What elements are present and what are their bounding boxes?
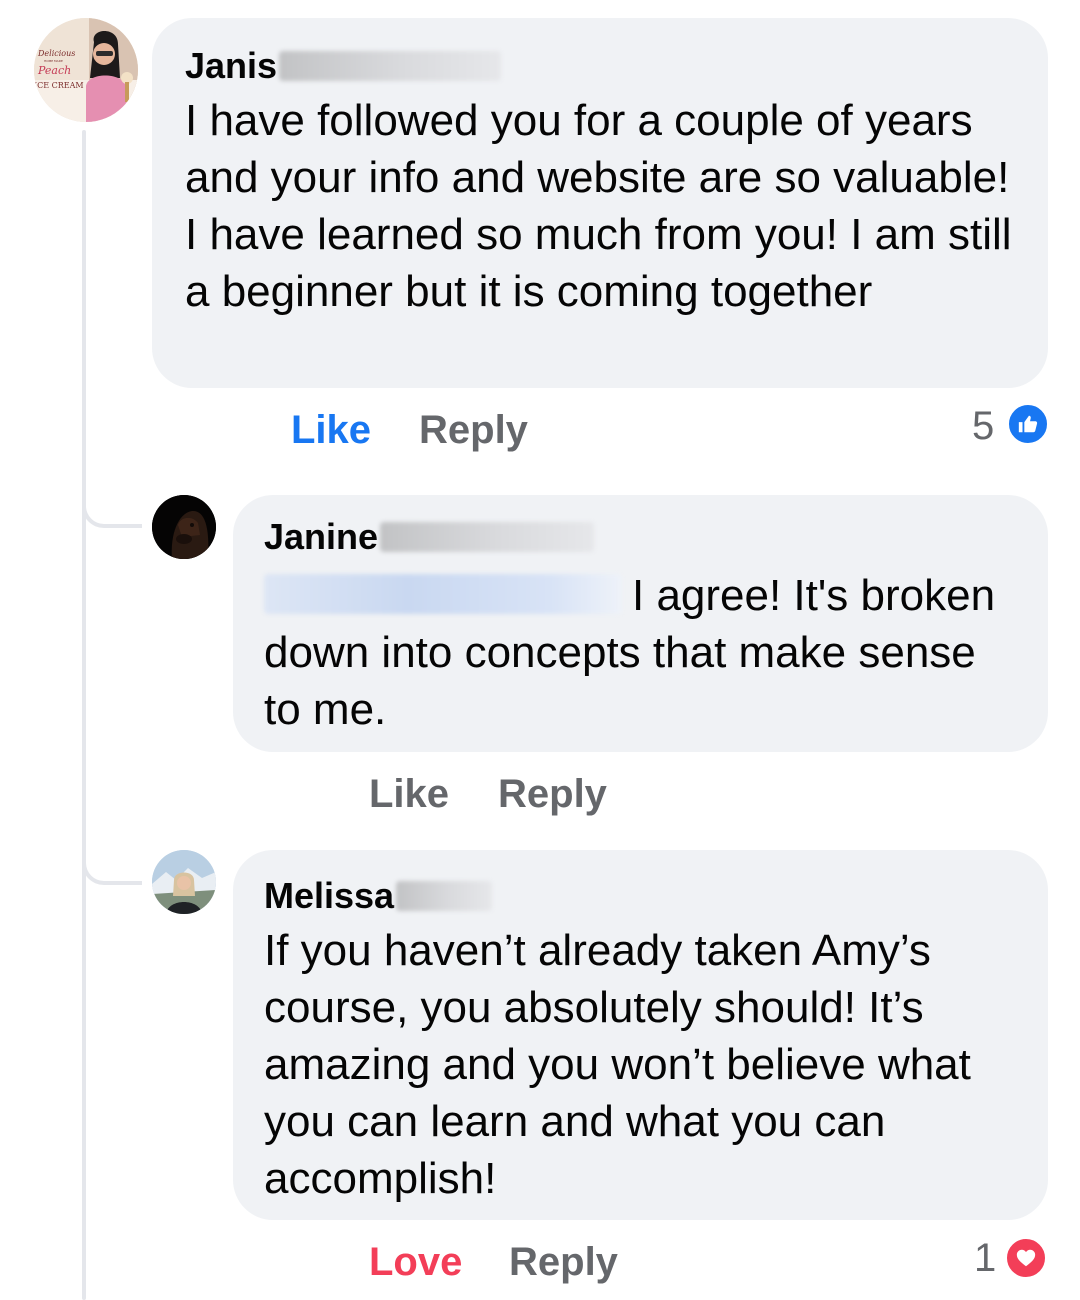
comment-author[interactable]: Janine [264,515,1018,559]
love-icon[interactable] [1004,1236,1048,1280]
comment-text: If you haven’t already taken Amy’s cours… [264,926,971,1203]
like-button[interactable]: Like [291,406,371,454]
redacted-surname [380,522,595,552]
redacted-surname [396,881,493,911]
sign-text-1: Delicious [37,49,75,58]
author-name[interactable]: Janine [264,515,378,559]
comment-author[interactable]: Melissa [264,874,1018,918]
avatar[interactable] [152,495,216,559]
redacted-surname [279,51,502,81]
reply-button[interactable]: Reply [498,770,607,818]
reply-connector [82,488,142,528]
avatar[interactable] [152,850,216,914]
comment-bubble: Janis I have followed you for a couple o… [152,18,1048,388]
love-button[interactable]: Love [369,1238,462,1286]
comment-bubble: Melissa If you haven’t already taken Amy… [233,850,1048,1220]
like-button[interactable]: Like [369,770,449,818]
comment-author[interactable]: Janis [185,44,1018,88]
reply-button[interactable]: Reply [419,406,528,454]
comment-bubble: Janine I agree! It's broken down into co… [233,495,1048,752]
sign-text-4: ICE CREAM [34,81,84,90]
author-name[interactable]: Melissa [264,874,394,918]
thread-line [82,130,86,1300]
reply-button[interactable]: Reply [509,1238,618,1286]
sign-text-2: HOME MADE [44,59,63,63]
reaction-count[interactable]: 1 [974,1234,996,1282]
like-icon[interactable] [1006,402,1050,446]
reaction-count[interactable]: 5 [972,402,994,450]
redacted-mention[interactable] [264,574,622,614]
author-name[interactable]: Janis [185,44,277,88]
reply-connector [82,845,142,885]
avatar[interactable]: Delicious HOME MADE Peach ICE CREAM [34,18,138,122]
sign-text-3: Peach [37,64,71,77]
comment-text: I have followed you for a couple of year… [185,96,1012,316]
